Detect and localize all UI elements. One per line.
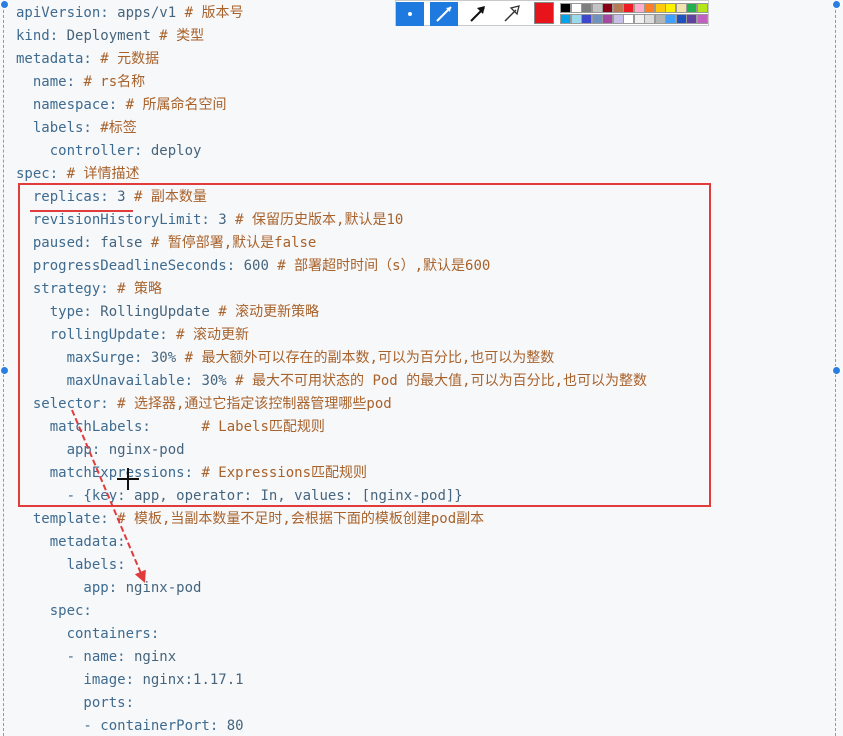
color-swatch[interactable] — [612, 3, 624, 13]
color-swatch[interactable] — [644, 14, 655, 24]
code-key: - name: — [16, 649, 126, 665]
color-swatch[interactable] — [560, 14, 571, 24]
code-line: metadata: — [16, 531, 126, 553]
code-key: app: — [16, 580, 118, 596]
code-key: image: — [16, 672, 135, 688]
code-line: apiVersion: apps/v1 # 版本号 — [16, 2, 243, 24]
color-swatch[interactable] — [675, 14, 687, 24]
code-line: - containerPort: 80 — [16, 715, 244, 736]
code-value: nginx-pod — [117, 580, 202, 596]
code-line: labels: #标签 — [16, 117, 137, 139]
code-key: labels: — [16, 120, 92, 136]
code-key: labels: — [16, 557, 126, 573]
resize-handle-left[interactable] — [0, 366, 9, 375]
color-swatch[interactable] — [654, 14, 666, 24]
code-key: containers: — [16, 626, 160, 642]
code-line: ports: — [16, 692, 134, 714]
code-value: nginx:1.17.1 — [134, 672, 244, 688]
color-swatch[interactable] — [696, 14, 708, 24]
code-comment: # 详情描述 — [58, 166, 140, 182]
code-key: name: — [16, 74, 76, 90]
select-tool-button[interactable] — [396, 2, 424, 26]
color-swatch[interactable] — [623, 14, 634, 24]
hollow-arrow-icon — [504, 5, 520, 22]
code-key: ports: — [16, 695, 135, 711]
code-line: namespace: # 所属命名空间 — [16, 94, 227, 116]
code-comment: # 版本号 — [176, 5, 244, 21]
code-line: name: # rs名称 — [16, 71, 145, 93]
code-value: deploy — [142, 143, 202, 159]
code-key: namespace: — [16, 97, 118, 113]
dot-icon — [408, 12, 412, 16]
code-value: nginx — [125, 649, 177, 665]
color-swatch[interactable] — [602, 14, 613, 24]
code-value: 80 — [218, 718, 244, 734]
code-key: spec: — [16, 166, 59, 182]
color-swatch[interactable] — [623, 3, 634, 13]
annotation-underline — [30, 210, 133, 212]
code-key: metadata: — [16, 51, 92, 67]
code-line: template: # 模板,当副本数量不足时,会根据下面的模板创建pod副本 — [16, 508, 484, 530]
color-swatch[interactable] — [644, 3, 655, 13]
code-key: apiVersion: — [16, 5, 109, 21]
code-value: apps/v1 — [108, 5, 177, 21]
resize-handle-right[interactable] — [832, 366, 841, 375]
code-line: metadata: # 元数据 — [16, 48, 159, 70]
code-comment: # rs名称 — [75, 74, 146, 90]
drawing-toolbar — [395, 0, 709, 26]
code-comment: # 类型 — [150, 28, 205, 44]
color-swatch[interactable] — [665, 14, 676, 24]
annotation-rectangle — [18, 183, 711, 507]
color-swatch[interactable] — [675, 3, 687, 13]
color-swatch[interactable] — [591, 3, 603, 13]
code-key: kind: — [16, 28, 59, 44]
color-swatch[interactable] — [686, 3, 697, 13]
code-value: Deployment — [58, 28, 151, 44]
code-comment: # 所属命名空间 — [117, 97, 227, 113]
color-swatch[interactable] — [633, 3, 645, 13]
code-key: metadata: — [16, 534, 126, 550]
code-line: app: nginx-pod — [16, 577, 201, 599]
color-swatch[interactable] — [581, 14, 592, 24]
code-line: labels: — [16, 554, 126, 576]
code-key: controller: — [16, 143, 143, 159]
color-swatch[interactable] — [612, 14, 624, 24]
code-line: kind: Deployment # 类型 — [16, 25, 204, 47]
pen-icon — [436, 6, 452, 22]
color-swatch[interactable] — [633, 14, 645, 24]
crosshair-cursor-icon — [117, 468, 139, 490]
code-key: template: — [16, 511, 109, 527]
color-swatch[interactable] — [570, 14, 582, 24]
color-swatch[interactable] — [602, 3, 613, 13]
resize-handle-top-right[interactable] — [832, 0, 841, 9]
color-swatch[interactable] — [581, 3, 592, 13]
code-key: - containerPort: — [16, 718, 219, 734]
code-line: image: nginx:1.17.1 — [16, 669, 244, 691]
color-swatch[interactable] — [570, 3, 582, 13]
screen-canvas: apiVersion: apps/v1 # 版本号 kind: Deploymen… — [0, 0, 843, 736]
color-swatch[interactable] — [665, 3, 676, 13]
code-line: - name: nginx — [16, 646, 177, 668]
code-line: controller: deploy — [16, 140, 202, 162]
pen-tool-button[interactable] — [430, 2, 458, 26]
code-line: spec: # 详情描述 — [16, 163, 139, 185]
color-swatch[interactable] — [696, 3, 708, 13]
color-swatch[interactable] — [591, 14, 603, 24]
arrow-tool-button[interactable] — [464, 2, 492, 26]
hollow-arrow-tool-button[interactable] — [498, 2, 526, 26]
code-comment: # 元数据 — [91, 51, 160, 67]
color-swatch[interactable] — [560, 3, 571, 13]
code-key: spec: — [16, 603, 92, 619]
resize-handle-top-left[interactable] — [0, 0, 9, 9]
code-comment: # 模板,当副本数量不足时,会根据下面的模板创建pod副本 — [108, 511, 485, 527]
code-comment: #标签 — [91, 120, 137, 136]
code-line: containers: — [16, 623, 160, 645]
code-line: spec: — [16, 600, 92, 622]
color-swatch[interactable] — [654, 3, 666, 13]
current-color-swatch[interactable] — [534, 2, 554, 24]
arrow-icon — [470, 6, 485, 22]
color-swatch[interactable] — [686, 14, 697, 24]
